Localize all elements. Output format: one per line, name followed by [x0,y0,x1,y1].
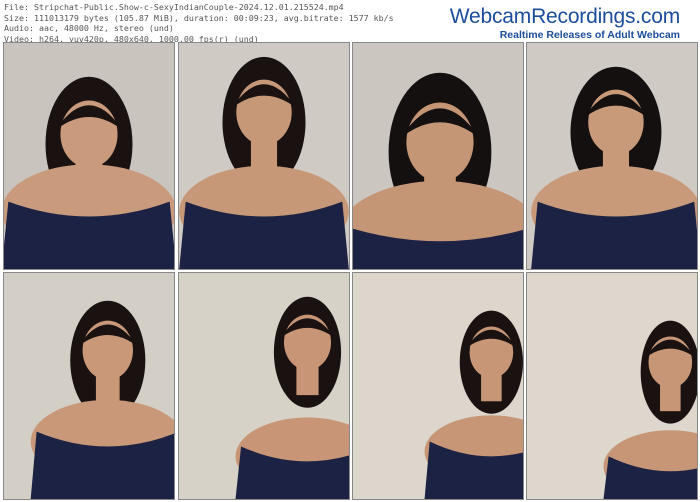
thumbnail-grid [0,42,700,502]
video-thumbnail[interactable] [3,42,175,270]
file-info: File: Stripchat-Public.Show-c-SexyIndian… [4,2,444,44]
video-thumbnail[interactable] [526,272,698,500]
frame-image [179,43,349,269]
frame-image [4,43,174,269]
video-thumbnail[interactable] [178,42,350,270]
site-title: WebcamRecordings.com [449,5,680,28]
file-name: File: Stripchat-Public.Show-c-SexyIndian… [4,2,344,12]
video-thumbnail[interactable] [3,272,175,500]
frame-image [527,43,697,269]
file-size-duration: Size: 111013179 bytes (105.87 MiB), dura… [4,12,394,23]
frame-image [353,273,523,499]
frame-image [527,273,697,499]
frame-image [4,273,174,499]
video-thumbnail[interactable] [526,42,698,270]
audio-info: Audio: aac, 48000 Hz, stereo (und) [4,23,174,33]
frame-image [353,43,523,269]
video-thumbnail[interactable] [178,272,350,500]
frame-image [179,273,349,499]
video-thumbnail[interactable] [352,42,524,270]
video-thumbnail[interactable] [352,272,524,500]
